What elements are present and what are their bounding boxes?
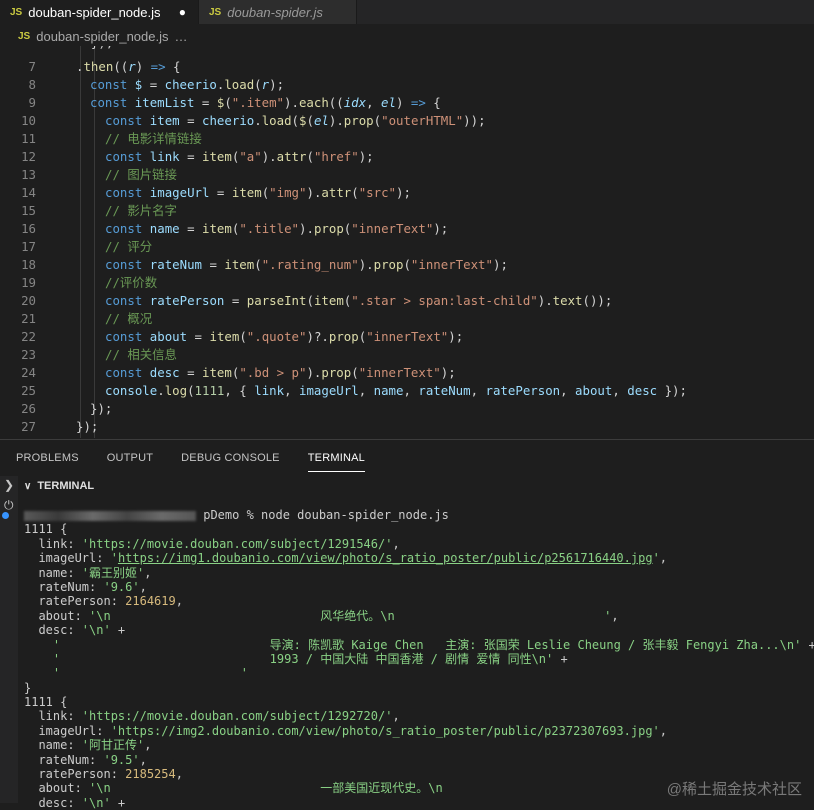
line-number: 17 [21, 239, 36, 254]
tab-terminal[interactable]: TERMINAL [292, 440, 377, 476]
panel-tab-bar: PROBLEMS OUTPUT DEBUG CONSOLE TERMINAL [0, 440, 814, 476]
terminal-line: desc: '\n' + [24, 623, 126, 638]
terminal-line: name: '霸王别姬', [24, 565, 152, 580]
code-line: 21// 概况 [0, 310, 814, 328]
code-line: 23// 相关信息 [0, 346, 814, 364]
command-status-dot-icon[interactable] [2, 512, 9, 519]
js-file-icon: JS [10, 6, 23, 18]
terminal-line: link: 'https://movie.douban.com/subject/… [24, 536, 400, 551]
tab-douban-spider[interactable]: JS douban-spider.js [199, 0, 357, 24]
editor-tab-bar: JS douban-spider_node.js ● JS douban-spi… [0, 0, 814, 25]
terminal-line: about: '\n 风华绝代。\n ', [24, 608, 619, 623]
tab-debug-console[interactable]: DEBUG CONSOLE [165, 440, 292, 476]
line-number: 27 [21, 419, 36, 434]
code-line: 20 const ratePerson = parseInt(item(".sta… [0, 292, 814, 310]
code-line: 17// 评分 [0, 238, 814, 256]
tab-bar-empty [357, 0, 814, 24]
line-number: 19 [21, 275, 36, 290]
terminal-line: ' 1993 / 中国大陆 中国香港 / 剧情 爱情 同性\n' + [52, 651, 568, 666]
unsaved-dot-icon[interactable]: ● [179, 5, 186, 19]
terminal-line: 1111 { [24, 695, 68, 710]
code-line: 11// 电影详情链接 [0, 130, 814, 148]
code-line: 13// 图片链接 [0, 166, 814, 184]
code-line: 26}); [0, 400, 814, 418]
breadcrumb: JS douban-spider_node.js … [0, 25, 814, 47]
code-line: 15// 影片名字 [0, 202, 814, 220]
line-number: 24 [21, 365, 36, 380]
breadcrumb-file[interactable]: douban-spider_node.js [36, 29, 168, 44]
watermark: @稀土掘金技术社区 [666, 781, 802, 798]
code-line: 14 const imageUrl = item("img").attr("src… [0, 184, 814, 202]
tab-douban-spider-node[interactable]: JS douban-spider_node.js ● [0, 0, 199, 24]
terminal-line: rateNum: '9.6', [24, 579, 147, 594]
line-number: 9 [28, 95, 36, 110]
tab-label: douban-spider_node.js [28, 4, 161, 20]
tab-problems[interactable]: PROBLEMS [0, 440, 91, 476]
js-file-icon: JS [209, 6, 222, 18]
line-number: 21 [21, 311, 36, 326]
terminal-line: ratePerson: 2164619, [24, 594, 183, 609]
code-line: 19//评价数 [0, 274, 814, 292]
terminal-line: imageUrl: 'https://img1.doubanio.com/vie… [24, 551, 668, 566]
line-number: 16 [21, 221, 36, 236]
code-line: 25 console.log(1111, { link, imageUrl, na… [0, 382, 814, 400]
chevron-right-icon[interactable]: ❯ [4, 478, 14, 492]
code-line: 24 const desc = item(".bd > p").prop("inn… [0, 364, 814, 382]
line-number: 23 [21, 347, 36, 362]
terminal-line: imageUrl: 'https://img2.doubanio.com/vie… [24, 723, 668, 738]
code-line: 9 const itemList = $(".item").each((idx, … [0, 94, 814, 112]
code-editor[interactable]: }); 7.then((r) => { 8const $ = cheerio.l… [0, 46, 814, 438]
redacted-path [24, 510, 196, 521]
line-number: 15 [21, 203, 36, 218]
terminal-line: rateNum: '9.5', [24, 752, 147, 767]
line-number: 13 [21, 167, 36, 182]
line-number: 11 [21, 131, 36, 146]
code-line: 7 .then((r) => { [0, 58, 814, 76]
code-line: }); [0, 46, 814, 52]
line-number: 12 [21, 149, 36, 164]
terminal-line: 1111 { [24, 522, 68, 537]
terminal-line: } [24, 680, 32, 695]
terminal-line: ' ' [52, 666, 248, 681]
line-number: 10 [21, 113, 36, 128]
code-line: 27}); [0, 418, 814, 436]
line-number: 25 [21, 383, 36, 398]
code-line: 10 const item = cheerio.load($(el).prop("… [0, 112, 814, 130]
code-line: 22 const about = item(".quote")?.prop("in… [0, 328, 814, 346]
terminal-line: link: 'https://movie.douban.com/subject/… [24, 709, 400, 724]
terminal-line: name: '阿甘正传', [24, 738, 152, 753]
terminal-output[interactable]: pDemo % node douban-spider_node.js 1111 … [24, 508, 814, 810]
js-file-icon: JS [18, 30, 31, 42]
line-number: 8 [28, 77, 36, 92]
line-number: 20 [21, 293, 36, 308]
chevron-down-icon[interactable]: ∨ [24, 481, 31, 492]
breadcrumb-more[interactable]: … [175, 29, 188, 44]
terminal-title: TERMINAL [37, 480, 95, 492]
tab-label: douban-spider.js [227, 4, 323, 20]
line-number: 18 [21, 257, 36, 272]
code-line: 16 const name = item(".title").prop("inne… [0, 220, 814, 238]
terminal-side-strip: ❯ ⏻ [0, 476, 18, 803]
code-line: 18 const rateNum = item(".rating_num").pr… [0, 256, 814, 274]
code-line: 12 const link = item("a").attr("href"); [0, 148, 814, 166]
line-number: 7 [28, 59, 36, 74]
tab-output[interactable]: OUTPUT [91, 440, 165, 476]
line-number: 26 [21, 401, 36, 416]
code-line: 8 const $ = cheerio.load(r); [0, 76, 814, 94]
terminal-header[interactable]: ∨ TERMINAL [18, 476, 814, 496]
debug-plug-icon[interactable]: ⏻ [4, 498, 14, 513]
line-number: 14 [21, 185, 36, 200]
terminal-prompt: pDemo % node douban-spider_node.js [24, 508, 814, 522]
line-number: 22 [21, 329, 36, 344]
prompt-command: pDemo % node douban-spider_node.js [196, 508, 449, 522]
terminal-line: ' 导演: 陈凯歌 Kaige Chen 主演: 张国荣 Leslie Cheu… [52, 637, 814, 652]
